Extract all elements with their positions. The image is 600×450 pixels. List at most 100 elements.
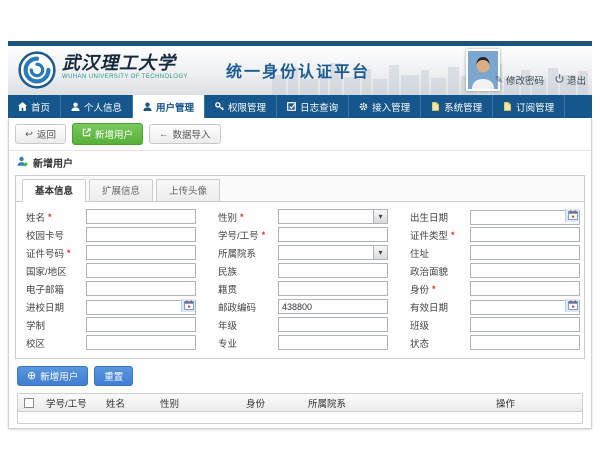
university-title-block: 武汉理工大学 WUHAN UNIVERSITY OF TECHNOLOGY xyxy=(62,54,188,80)
form-field-id-type: 证件类型* xyxy=(410,227,580,242)
field-label-status: 状态 xyxy=(410,336,466,350)
gender-select[interactable]: ▾ xyxy=(278,209,388,224)
change-password-link[interactable]: ✎ 修改密码 xyxy=(495,73,544,87)
field-label-address: 住址 xyxy=(410,246,466,260)
form-field-email: 电子邮箱 xyxy=(26,281,196,296)
field-label-email: 电子邮箱 xyxy=(26,282,82,296)
form-field-grade: 年级 xyxy=(218,317,388,332)
field-label-identity: 身份* xyxy=(410,282,466,296)
field-label-valid-date: 有效日期 xyxy=(410,300,466,314)
university-name-en: WUHAN UNIVERSITY OF TECHNOLOGY xyxy=(62,74,188,80)
nav-item-profile[interactable]: 个人信息 xyxy=(61,95,133,118)
form-field-school-system: 学制 xyxy=(26,317,196,332)
new-user-button-label: 新增用户 xyxy=(95,127,133,141)
nav-item-label: 订阅管理 xyxy=(516,100,554,114)
status-input[interactable] xyxy=(470,335,580,350)
data-import-button-label: 数据导入 xyxy=(173,127,211,141)
form-actions: ⊕ 新增用户 重置 xyxy=(9,359,591,391)
tab-upload-avatar[interactable]: 上传头像 xyxy=(156,179,220,202)
postal-code-input[interactable] xyxy=(278,299,388,314)
id-number-input[interactable] xyxy=(86,245,196,260)
nav-item-subscription-management[interactable]: 订阅管理 xyxy=(493,95,565,118)
address-input[interactable] xyxy=(470,245,580,260)
political-status-input[interactable] xyxy=(470,263,580,278)
entry-date-input[interactable] xyxy=(86,300,196,315)
field-label-id-type: 证件类型* xyxy=(410,228,466,242)
form-field-political-status: 政治面貌 xyxy=(410,263,580,278)
nav-item-user-management[interactable]: 用户管理 xyxy=(133,95,205,118)
calendar-icon[interactable] xyxy=(181,299,195,312)
submit-new-user-button[interactable]: ⊕ 新增用户 xyxy=(17,366,88,386)
select-all-checkbox[interactable] xyxy=(24,398,34,408)
file-icon xyxy=(431,102,440,111)
header-banner: 武汉理工大学 WUHAN UNIVERSITY OF TECHNOLOGY 统一… xyxy=(8,46,592,95)
id-type-input[interactable] xyxy=(470,227,580,242)
campus-card-input[interactable] xyxy=(86,227,196,242)
data-import-button[interactable]: ← 数据导入 xyxy=(149,124,221,144)
email-input[interactable] xyxy=(86,281,196,296)
platform-title: 统一身份认证平台 xyxy=(226,58,370,82)
required-asterisk: * xyxy=(67,248,71,258)
logout-link[interactable]: 退出 xyxy=(555,73,586,87)
form-field-entry-date: 进校日期 xyxy=(26,299,196,314)
nav-item-label: 个人信息 xyxy=(84,100,122,114)
name-input[interactable] xyxy=(86,209,196,224)
nav-item-home[interactable]: 首页 xyxy=(8,95,61,118)
nav-item-access-management[interactable]: 接入管理 xyxy=(349,95,421,118)
ethnicity-input[interactable] xyxy=(278,263,388,278)
nav-item-label: 用户管理 xyxy=(156,100,194,114)
field-label-department: 所属院系 xyxy=(218,246,274,260)
student-id-input[interactable] xyxy=(278,227,388,242)
major-input[interactable] xyxy=(278,335,388,350)
school-system-input[interactable] xyxy=(86,317,196,332)
country-region-input[interactable] xyxy=(86,263,196,278)
field-label-campus-card: 校园卡号 xyxy=(26,228,82,242)
form-field-student-id: 学号/工号* xyxy=(218,227,388,242)
tab-extended-info[interactable]: 扩展信息 xyxy=(89,179,153,202)
field-label-ethnicity: 民族 xyxy=(218,264,274,278)
birth-date-field xyxy=(470,208,580,226)
nav-item-system-management[interactable]: 系统管理 xyxy=(421,95,493,118)
native-place-input[interactable] xyxy=(278,281,388,296)
checklist-icon xyxy=(287,102,296,111)
required-asterisk: * xyxy=(451,230,455,240)
submit-button-label: 新增用户 xyxy=(40,369,78,383)
table-column-header-0: 学号/工号 xyxy=(42,396,102,410)
campus-input[interactable] xyxy=(86,335,196,350)
tab-basic-info[interactable]: 基本信息 xyxy=(22,179,86,202)
department-select[interactable]: ▾ xyxy=(278,245,388,260)
required-asterisk: * xyxy=(240,212,244,222)
nav-item-log-query[interactable]: 日志查询 xyxy=(277,95,349,118)
table-column-header-5: 操作 xyxy=(492,396,582,410)
form-tabbar: 基本信息扩展信息 上传头像 xyxy=(16,176,584,202)
valid-date-input[interactable] xyxy=(470,300,580,315)
field-label-birth-date: 出生日期 xyxy=(410,210,466,224)
tab-label: 上传头像 xyxy=(169,186,207,197)
nav-item-permission-management[interactable]: 权限管理 xyxy=(205,95,277,118)
user-table-header: 学号/工号姓名性别身份所属院系操作 xyxy=(18,394,582,412)
field-label-grade: 年级 xyxy=(218,318,274,332)
identity-input[interactable] xyxy=(470,281,580,296)
birth-date-input[interactable] xyxy=(470,210,580,225)
plus-circle-icon: ⊕ xyxy=(27,371,36,382)
reset-button[interactable]: 重置 xyxy=(94,366,133,386)
form-field-valid-date: 有效日期 xyxy=(410,299,580,314)
entry-date-field xyxy=(86,298,196,316)
field-label-political-status: 政治面貌 xyxy=(410,264,466,278)
back-button-label: 返回 xyxy=(37,127,56,141)
new-user-button[interactable]: 新增用户 xyxy=(72,123,143,145)
grade-input[interactable] xyxy=(278,317,388,332)
dropdown-arrow-icon[interactable]: ▾ xyxy=(373,246,387,259)
back-button[interactable]: ↩ 返回 xyxy=(15,124,66,144)
section-title: 新增用户 xyxy=(33,155,73,170)
field-label-name: 姓名* xyxy=(26,210,82,224)
dropdown-arrow-icon[interactable]: ▾ xyxy=(373,210,387,223)
user-icon xyxy=(143,102,152,111)
class-input[interactable] xyxy=(470,317,580,332)
form-field-identity: 身份* xyxy=(410,281,580,296)
calendar-icon[interactable] xyxy=(565,209,579,222)
form-field-postal-code: 邮政编码 xyxy=(218,299,388,314)
form-field-country-region: 国家/地区 xyxy=(26,263,196,278)
form-field-class: 班级 xyxy=(410,317,580,332)
calendar-icon[interactable] xyxy=(565,299,579,312)
